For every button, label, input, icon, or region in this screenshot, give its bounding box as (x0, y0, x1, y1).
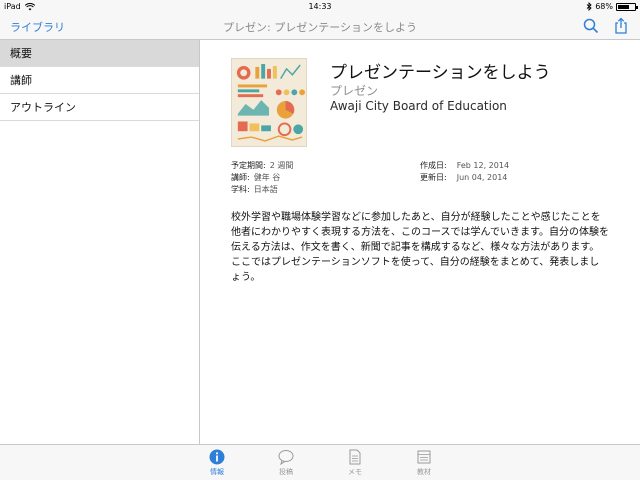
course-cover-image (231, 58, 307, 147)
navigation-bar: ライブラリ プレゼン: プレゼンテーションをしよう (0, 14, 640, 40)
course-detail-panel: プレゼンテーションをしよう プレゼン Awaji City Board of E… (201, 40, 640, 444)
tab-label: メモ (348, 468, 362, 476)
course-title: プレゼンテーションをしよう (330, 63, 551, 83)
meta-label: 講師: (231, 173, 250, 182)
tab-memo[interactable]: メモ (335, 449, 375, 477)
course-meta-right: 作成日: Feb 12, 2014 更新日: Jun 04, 2014 (420, 160, 509, 184)
tab-bar: 情報 投稿 メモ 教材 (0, 444, 640, 480)
meta-label: 学科: (231, 185, 250, 194)
meta-value: Jun 04, 2014 (456, 173, 508, 182)
share-icon[interactable] (612, 17, 630, 35)
battery-icon (616, 2, 638, 11)
tab-label: 情報 (210, 468, 224, 476)
materials-icon (417, 450, 431, 464)
info-icon (209, 449, 225, 465)
meta-label: 予定期間: (231, 161, 266, 170)
meta-subject: 学科: 日本語 (231, 184, 293, 196)
search-icon[interactable] (582, 17, 600, 35)
meta-value: 日本語 (253, 185, 278, 194)
bluetooth-icon (586, 2, 592, 11)
course-subtitle: プレゼン (330, 84, 379, 98)
sidebar-item-instructor[interactable]: 講師 (0, 67, 199, 94)
meta-label: 更新日: (420, 173, 447, 182)
page-title: プレゼン: プレゼンテーションをしよう (223, 21, 417, 34)
meta-created: 作成日: Feb 12, 2014 (420, 160, 509, 172)
battery-percent: 68% (595, 2, 613, 11)
sidebar-item-overview[interactable]: 概要 (0, 40, 199, 67)
sidebar: 概要 講師 アウトライン (0, 40, 200, 444)
meta-duration: 予定期間: 2 週間 (231, 160, 293, 172)
meta-value: 健年 谷 (253, 173, 281, 182)
meta-instructor: 講師: 健年 谷 (231, 172, 293, 184)
sidebar-item-outline[interactable]: アウトライン (0, 94, 199, 121)
meta-label: 作成日: (420, 161, 447, 170)
tab-posts[interactable]: 投稿 (266, 449, 306, 477)
meta-value: Feb 12, 2014 (456, 161, 510, 170)
note-icon (349, 449, 361, 465)
tab-label: 教材 (417, 468, 431, 476)
tab-materials[interactable]: 教材 (404, 449, 444, 477)
course-meta-left: 予定期間: 2 週間 講師: 健年 谷 学科: 日本語 (231, 160, 293, 196)
course-description: 校外学習や職場体験学習などに参加したあと、自分が経験したことや感じたことを他者に… (231, 212, 609, 283)
meta-updated: 更新日: Jun 04, 2014 (420, 172, 509, 184)
status-bar: iPad 14:33 68% (0, 0, 640, 14)
course-organization: Awaji City Board of Education (330, 99, 507, 113)
speech-bubble-icon (278, 450, 294, 465)
tab-label: 投稿 (279, 468, 293, 476)
meta-value: 2 週間 (269, 161, 294, 170)
status-time: 14:33 (308, 2, 332, 11)
tab-info[interactable]: 情報 (197, 449, 237, 477)
